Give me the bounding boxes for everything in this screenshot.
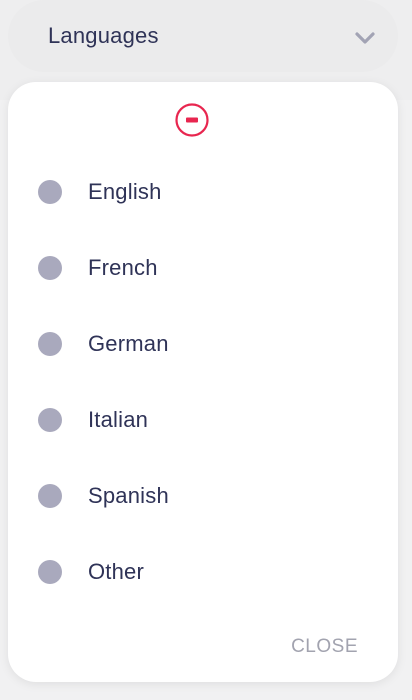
minus-circle-icon[interactable] — [174, 102, 210, 138]
languages-dropdown[interactable]: Languages — [8, 0, 398, 72]
radio-dot[interactable] — [38, 484, 62, 508]
radio-dot[interactable] — [38, 332, 62, 356]
option-english[interactable]: English — [8, 154, 398, 230]
page: Languages English French German Italian … — [0, 0, 412, 700]
radio-dot[interactable] — [38, 408, 62, 432]
dropdown-label: Languages — [48, 23, 159, 48]
option-label: German — [88, 331, 169, 356]
radio-dot[interactable] — [38, 256, 62, 280]
chevron-down-icon[interactable] — [354, 27, 376, 49]
close-button[interactable]: CLOSE — [291, 636, 358, 658]
options-panel: English French German Italian Spanish Ot… — [8, 82, 398, 682]
option-french[interactable]: French — [8, 230, 398, 306]
option-spanish[interactable]: Spanish — [8, 458, 398, 534]
option-label: Spanish — [88, 483, 169, 508]
option-other[interactable]: Other — [8, 534, 398, 610]
option-label: Other — [88, 559, 145, 584]
option-italian[interactable]: Italian — [8, 382, 398, 458]
language-options-list: English French German Italian Spanish Ot… — [8, 154, 398, 610]
option-label: French — [88, 255, 158, 280]
radio-dot[interactable] — [38, 560, 62, 584]
radio-dot[interactable] — [38, 180, 62, 204]
option-label: English — [88, 179, 162, 204]
option-label: Italian — [88, 407, 149, 432]
option-german[interactable]: German — [8, 306, 398, 382]
